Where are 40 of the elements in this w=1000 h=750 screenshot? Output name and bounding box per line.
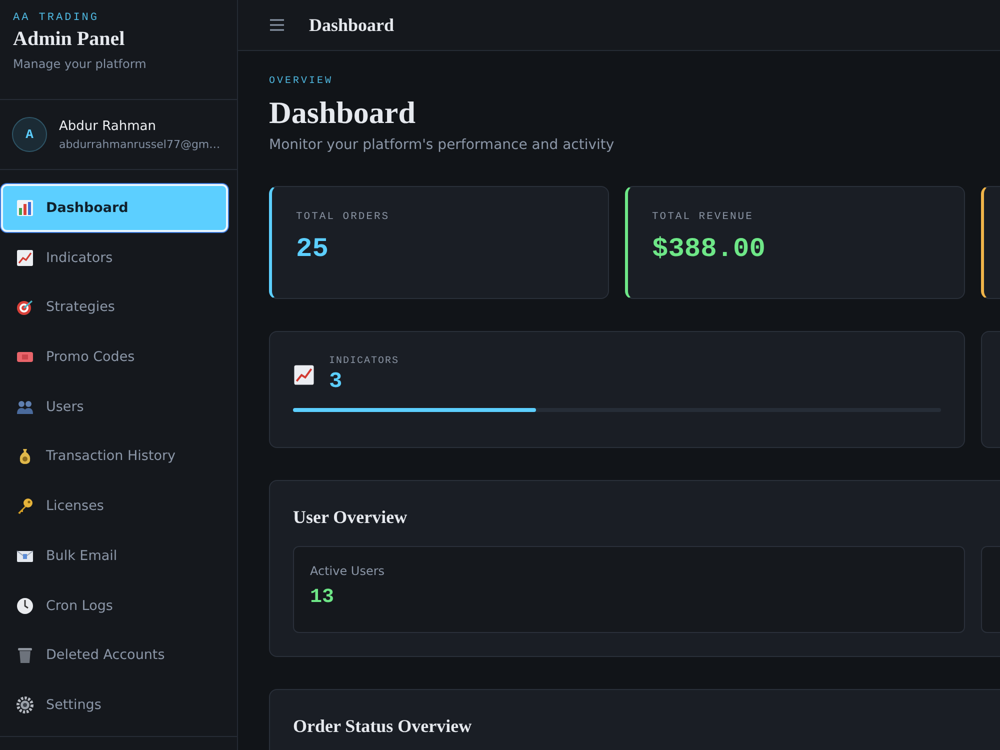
user-stat-label: Active Users bbox=[310, 564, 386, 578]
metric-label: INDICATORS bbox=[329, 356, 400, 367]
user-email: abdurrahmanrussel77@gm… bbox=[59, 138, 220, 150]
nav-item[interactable]: Strategies bbox=[1, 283, 228, 332]
section-eyebrow: OVERVIEW bbox=[269, 76, 334, 87]
trash-icon bbox=[16, 646, 34, 664]
stat-value: 25 bbox=[296, 234, 330, 265]
clock-icon bbox=[16, 596, 34, 614]
bar-chart-icon bbox=[16, 199, 34, 217]
panel-heading: User Overview bbox=[293, 506, 408, 528]
nav-item[interactable]: Cron Logs bbox=[1, 582, 228, 630]
trend-chart-icon bbox=[16, 248, 34, 267]
key-icon bbox=[16, 497, 34, 516]
nav-item[interactable]: Deleted Accounts bbox=[1, 631, 228, 680]
panel-title: Admin Panel bbox=[13, 28, 126, 51]
nav-item[interactable]: Transaction History bbox=[1, 432, 228, 480]
metric-value: 3 bbox=[329, 368, 344, 394]
stat-value: $388.00 bbox=[652, 234, 766, 265]
nav-item[interactable]: Settings bbox=[1, 680, 228, 729]
page-subtitle: Monitor your platform's performance and activity bbox=[269, 136, 616, 153]
user-stat-value: 13 bbox=[310, 586, 336, 609]
target-icon bbox=[16, 298, 34, 316]
nav-item[interactable]: Indicators bbox=[1, 234, 228, 282]
nav-item[interactable]: Promo Codes bbox=[1, 333, 228, 382]
settings-icon bbox=[16, 696, 34, 714]
stat-label: TOTAL ORDERS bbox=[296, 210, 391, 223]
brand-kicker: AA TRADING bbox=[13, 12, 100, 24]
stat-label: TOTAL REVENUE bbox=[652, 210, 754, 223]
page-title: Dashboard bbox=[269, 95, 416, 131]
panel-subtitle: Manage your platform bbox=[13, 57, 148, 71]
nav-item[interactable]: Users bbox=[1, 382, 228, 431]
nav-item[interactable]: Licenses bbox=[1, 482, 228, 530]
trend-chart-icon bbox=[293, 364, 315, 386]
user-name: Abdur Rahman bbox=[59, 118, 157, 134]
page-header-title: Dashboard bbox=[309, 14, 394, 36]
menu-icon[interactable] bbox=[269, 18, 285, 32]
panel-heading: Order Status Overview bbox=[293, 716, 473, 737]
avatar: A bbox=[12, 117, 47, 152]
nav-item[interactable]: Bulk Email bbox=[1, 532, 228, 580]
nav-item[interactable]: Dashboard bbox=[1, 184, 228, 232]
